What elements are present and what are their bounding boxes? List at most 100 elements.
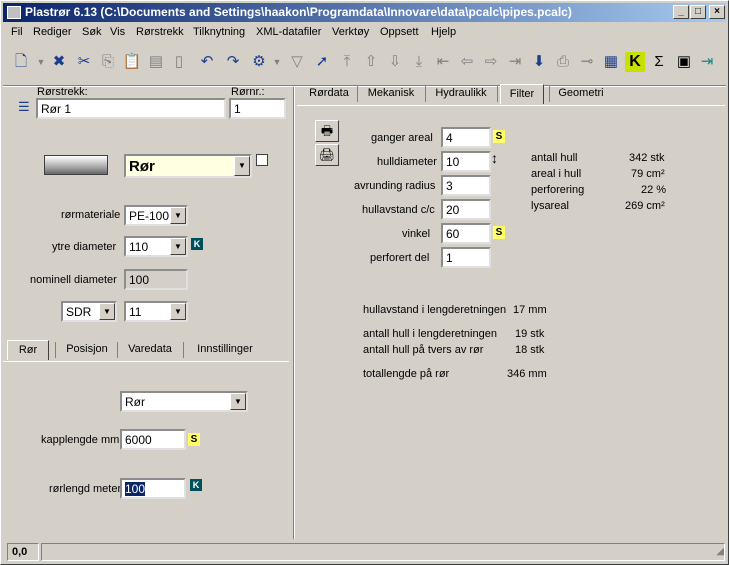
menu-hjelp[interactable]: Hjelp	[431, 26, 456, 38]
avrunding-input[interactable]: 3	[441, 175, 491, 196]
ror-select[interactable]: Rør ▼	[120, 391, 248, 412]
chevron-down-icon[interactable]: ▼	[170, 238, 186, 255]
pipe-graphic	[44, 155, 108, 175]
status-message	[41, 543, 725, 561]
filter-icon[interactable]: ▽	[287, 52, 307, 72]
chevron-down-icon[interactable]: ▼	[230, 393, 246, 410]
s-badge-icon[interactable]: S	[493, 130, 505, 143]
perforert-del-input[interactable]: 1	[441, 247, 491, 268]
ganger-areal-input[interactable]: 4	[441, 127, 491, 148]
import-icon[interactable]: ⬇	[529, 52, 549, 72]
tab-filter[interactable]: Filter	[500, 84, 544, 104]
list-view-icon[interactable]: ☰	[18, 99, 30, 115]
tab-hydraulikk[interactable]: Hydraulikk	[427, 84, 495, 104]
right-icon[interactable]: ⇨	[481, 52, 501, 72]
up-icon[interactable]: ⇧	[361, 52, 381, 72]
sigma-icon[interactable]: Σ	[649, 52, 669, 72]
undo-icon[interactable]: ↶	[197, 52, 217, 72]
rorlengd-label: rørlengd meter:	[49, 483, 125, 495]
sdr-select[interactable]: SDR ▼	[61, 301, 117, 322]
menu-sok[interactable]: Søk	[82, 26, 102, 38]
rormateriale-label: rørmateriale	[61, 209, 121, 221]
menu-vis[interactable]: Vis	[110, 26, 125, 38]
chevron-down-icon[interactable]: ▼	[234, 156, 250, 176]
ytre-diameter-select[interactable]: 110 ▼	[124, 236, 188, 257]
chevron-down-icon[interactable]: ▼	[170, 207, 186, 224]
type-select[interactable]: Rør ▼	[124, 154, 252, 178]
tab-separator	[549, 86, 550, 102]
rormateriale-select[interactable]: PE-100 ▼	[124, 205, 188, 226]
type-checkbox[interactable]	[256, 154, 268, 166]
summary-value: 17 mm	[513, 304, 547, 316]
summary-label: totallengde på rør	[363, 368, 450, 380]
new-file-icon[interactable]: 🗋	[11, 52, 31, 72]
k-badge-icon[interactable]: K	[190, 479, 202, 491]
chevron-down-icon[interactable]: ▼	[170, 303, 186, 320]
down-icon[interactable]: ⇩	[385, 52, 405, 72]
list-icon[interactable]: ▦	[601, 52, 621, 72]
rorstrekk-input[interactable]: Rør 1	[36, 98, 226, 119]
doc-icon[interactable]: ▤	[146, 52, 166, 72]
result-value: 22 %	[641, 184, 667, 196]
kapplengde-input[interactable]: 6000	[120, 429, 186, 450]
menu-oppsett[interactable]: Oppsett	[380, 26, 419, 38]
rormateriale-value: PE-100	[129, 209, 170, 223]
tab-varedata[interactable]: Varedata	[119, 340, 181, 360]
chevron-down-icon[interactable]: ▼	[99, 303, 115, 320]
tab-posisjon[interactable]: Posisjon	[59, 340, 115, 360]
s-badge-icon[interactable]: S	[188, 433, 200, 446]
left-icon[interactable]: ⇦	[457, 52, 477, 72]
settings-dropdown-icon[interactable]: ▼	[267, 52, 287, 72]
last-icon[interactable]: ⇥	[505, 52, 525, 72]
sdr-number-select[interactable]: 11 ▼	[124, 301, 188, 322]
close-button[interactable]: ×	[709, 5, 725, 19]
print-icon[interactable]: 🖨	[315, 144, 339, 166]
settings-icon[interactable]: ⚙	[249, 52, 269, 72]
export-icon[interactable]: ⎙	[553, 52, 573, 72]
vinkel-input[interactable]: 60	[441, 223, 491, 244]
menu-fil[interactable]: Fil	[11, 26, 23, 38]
menu-rorstrekk[interactable]: Rørstrekk	[136, 26, 184, 38]
tab-innstillinger[interactable]: Innstillinger	[185, 340, 265, 360]
minimize-button[interactable]: _	[673, 5, 689, 19]
tab-rordata[interactable]: Rørdata	[301, 84, 357, 104]
tab-ror[interactable]: Rør	[7, 340, 49, 360]
bottom-icon[interactable]: ⤓	[409, 52, 429, 72]
delete-icon[interactable]: ✖	[49, 52, 69, 72]
status-coords: 0,0	[7, 543, 39, 561]
pointer-icon[interactable]: ➚	[312, 52, 332, 72]
menu-verktoy[interactable]: Verktøy	[332, 26, 369, 38]
copy-icon[interactable]: ⎘	[98, 52, 118, 72]
tab-mekanisk[interactable]: Mekanisk	[359, 84, 423, 104]
maximize-button[interactable]: □	[690, 5, 706, 19]
tab-separator	[183, 342, 184, 358]
top-icon[interactable]: ⤒	[337, 52, 357, 72]
rornr-input[interactable]: 1	[229, 98, 286, 119]
k-badge-icon[interactable]: K	[191, 238, 203, 250]
page-icon[interactable]: ▯	[169, 52, 189, 72]
menu-xml[interactable]: XML-datafiler	[256, 26, 321, 38]
hullavstand-input[interactable]: 20	[441, 199, 491, 220]
calculator-icon[interactable]: ▣	[674, 52, 694, 72]
sdr-number-value: 11	[129, 305, 142, 319]
s-badge-icon[interactable]: S	[493, 226, 505, 239]
redo-icon[interactable]: ↷	[223, 52, 243, 72]
resize-grip-icon[interactable]: ◢	[716, 546, 724, 557]
ror-select-value: Rør	[125, 395, 145, 409]
dropdown-arrow-icon[interactable]: ▼	[31, 52, 51, 72]
connect-icon[interactable]: ⊸	[577, 52, 597, 72]
paste-icon[interactable]: 📋	[122, 52, 142, 72]
hulldiameter-input[interactable]: 10	[441, 151, 491, 172]
menu-rediger[interactable]: Rediger	[33, 26, 72, 38]
k-icon[interactable]: K	[625, 52, 645, 72]
resize-vertical-icon[interactable]: ↕	[491, 150, 498, 166]
tab-geometri[interactable]: Geometri	[551, 84, 611, 104]
exit-icon[interactable]: ⇥	[697, 52, 717, 72]
rorlengd-input[interactable]: 100	[120, 478, 186, 499]
print-preview-icon[interactable]: 🖶	[315, 120, 339, 142]
cut-icon[interactable]: ✂	[74, 52, 94, 72]
field-label: ganger areal	[371, 132, 433, 144]
first-icon[interactable]: ⇤	[433, 52, 453, 72]
tab-separator	[357, 86, 358, 102]
menu-tilknytning[interactable]: Tilknytning	[193, 26, 245, 38]
